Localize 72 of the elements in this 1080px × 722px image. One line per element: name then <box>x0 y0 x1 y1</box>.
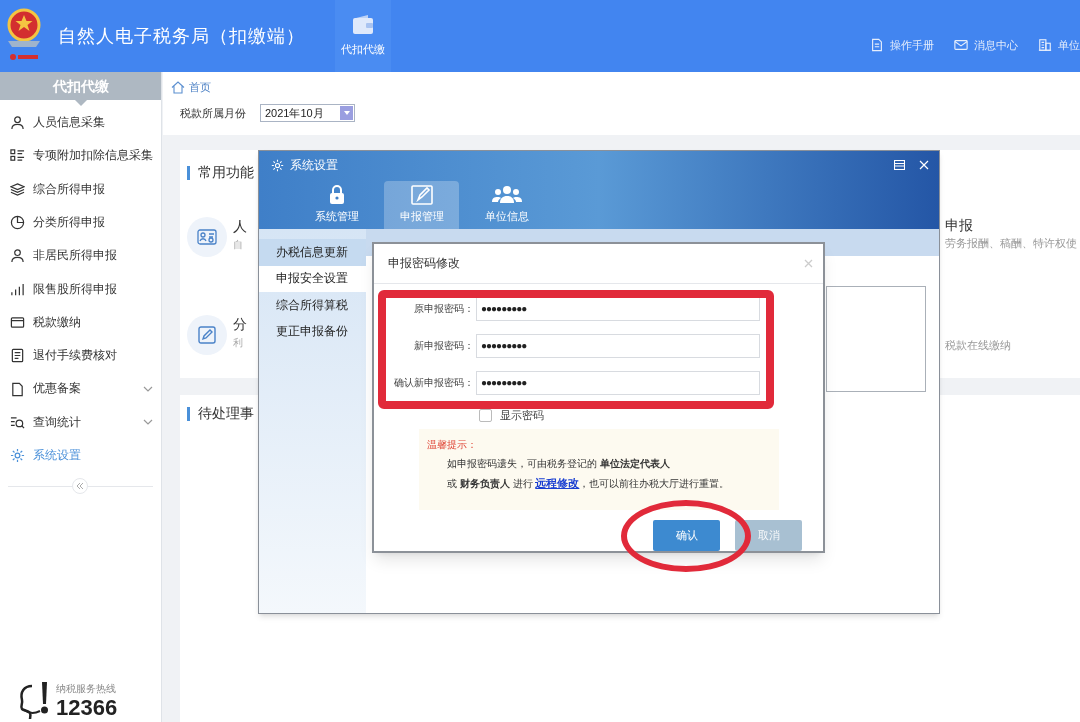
edit-icon[interactable] <box>187 315 227 355</box>
feature-description: 自 <box>233 238 244 252</box>
sidebar-item[interactable]: 退付手续费核对 <box>0 339 161 373</box>
dialog-title: 申报密码修改 <box>388 255 460 271</box>
id-card-icon[interactable] <box>187 217 227 257</box>
list-icon <box>10 148 25 164</box>
sidebar-item[interactable]: 人员信息采集 <box>0 106 161 140</box>
search-icon <box>10 414 25 430</box>
sidebar-item[interactable]: 综合所得申报 <box>0 172 161 206</box>
document-icon <box>10 381 25 397</box>
month-select[interactable]: 2021年10月 <box>260 104 355 122</box>
hotline-label: 纳税服务热线 <box>56 682 117 696</box>
password-field[interactable]: ●●●●●●●●● <box>476 370 760 395</box>
settings-nav-item[interactable]: 综合所得算税 <box>259 292 366 319</box>
people-icon <box>491 185 522 206</box>
dialog-title: 系统设置 <box>290 157 338 174</box>
receipt-icon <box>10 348 25 364</box>
section-title: 待处理事 <box>198 404 254 423</box>
feature-description: 利 <box>233 336 244 350</box>
envelope-icon <box>954 38 968 52</box>
sidebar-item[interactable]: 限售股所得申报 <box>0 272 161 306</box>
wallet-icon <box>10 314 25 330</box>
tip-text: 如申报密码遗失，可由税务登记的 单位法定代表人 <box>447 457 671 472</box>
dropdown-icon[interactable] <box>340 106 353 120</box>
document-icon <box>870 38 884 52</box>
wallet-icon <box>352 14 374 35</box>
sidebar-item[interactable]: 专项附加扣除信息采集 <box>0 139 161 173</box>
sidebar-item[interactable]: 税款缴纳 <box>0 305 161 340</box>
confirm-button[interactable]: 确认 <box>653 520 720 551</box>
settings-icon <box>10 448 25 464</box>
chevron-down-icon[interactable] <box>143 386 153 392</box>
bar-chart-icon <box>10 281 25 297</box>
building-icon <box>1038 38 1052 52</box>
sidebar-item[interactable]: 查询统计 <box>0 405 161 439</box>
field-label: 原申报密码： <box>413 302 474 317</box>
sidebar-title: 代扣代缴 <box>52 76 109 96</box>
home-icon[interactable] <box>171 80 185 94</box>
settings-nav-item[interactable]: 申报安全设置 <box>259 265 366 292</box>
restore-icon[interactable] <box>894 160 905 170</box>
app-title: 自然人电子税务局（扣缴端） <box>58 24 305 48</box>
password-field[interactable]: ●●●●●●●●● <box>476 333 760 358</box>
pie-chart-icon <box>10 215 25 231</box>
collapse-icon[interactable] <box>72 478 88 495</box>
sidebar-item[interactable]: 分类所得申报 <box>0 205 161 240</box>
section-title: 常用功能 <box>198 163 254 182</box>
layers-icon <box>10 181 25 197</box>
sidebar-item[interactable]: 优惠备案 <box>0 372 161 406</box>
sidebar-item[interactable]: 系统设置 <box>0 438 161 473</box>
person-icon <box>10 248 25 264</box>
feature-title[interactable]: 申报 <box>945 215 1080 236</box>
lock-icon <box>328 185 345 206</box>
chevron-down-icon[interactable] <box>143 419 153 426</box>
feature-description: 劳务报酬、稿酬、特许权使 <box>945 236 1078 251</box>
sidebar-item[interactable]: 非居民所得申报 <box>0 239 161 273</box>
hotline-number: 12366 <box>56 696 118 720</box>
tip-title: 温馨提示： <box>427 438 478 453</box>
remote-edit-link[interactable]: 远程修改 <box>535 477 580 490</box>
checkbox-label: 显示密码 <box>500 407 544 423</box>
edit-icon <box>410 185 433 206</box>
breadcrumb-link[interactable]: 首页 <box>189 78 211 96</box>
field-label: 确认新申报密码： <box>393 376 474 391</box>
settings-nav-item[interactable]: 办税信息更新 <box>259 239 366 266</box>
settings-icon <box>271 158 284 172</box>
settings-nav-item[interactable]: 更正申报备份 <box>259 318 366 345</box>
tip-text: 或 财务负责人 进行 远程修改，也可以前往办税大厅进行重置。 <box>447 476 731 492</box>
field-label: 税款所属月份 <box>180 105 246 121</box>
feature-title[interactable]: 分 <box>233 314 247 335</box>
person-icon <box>10 115 25 131</box>
tab[interactable]: 系统管理 <box>299 181 374 229</box>
feature-title[interactable]: 人 <box>233 216 247 237</box>
field-label: 新申报密码： <box>413 339 474 354</box>
feature-description: 税款在线缴纳 <box>945 337 1012 353</box>
